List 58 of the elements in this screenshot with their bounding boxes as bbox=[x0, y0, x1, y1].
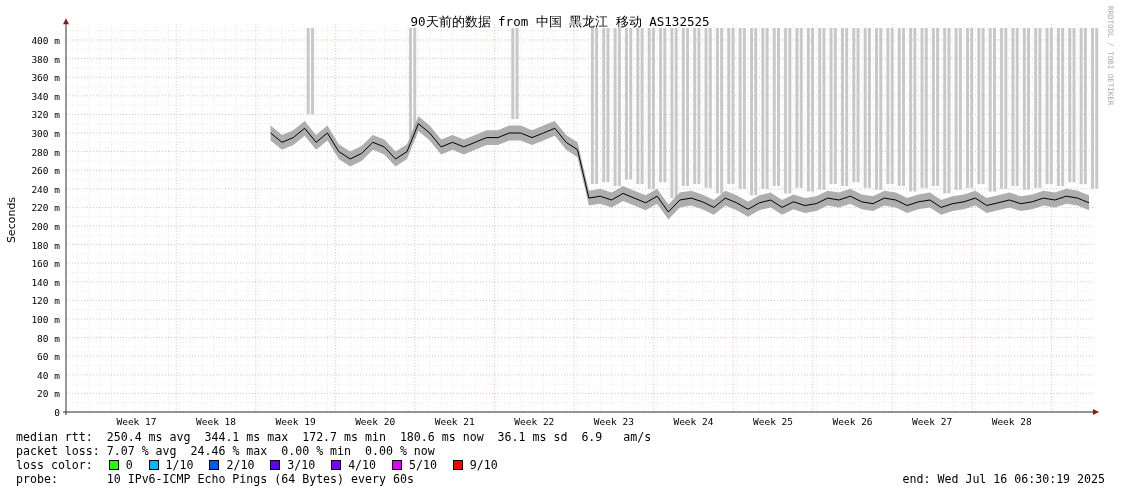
y-tick-label: 0 bbox=[54, 407, 60, 418]
rtt-stat: 6.9 am/s bbox=[581, 430, 652, 444]
rtt-stat: 250.4 ms avg bbox=[106, 430, 191, 444]
y-tick-label: 20 m bbox=[37, 388, 60, 400]
y-tick-label: 240 m bbox=[31, 183, 60, 195]
y-tick-label: 300 m bbox=[31, 128, 60, 139]
loss-color-label: 3/10 bbox=[287, 458, 316, 472]
y-tick-label: 280 m bbox=[31, 146, 60, 158]
y-tick-label: 80 m bbox=[37, 332, 60, 344]
loss-color-label: 1/10 bbox=[165, 458, 194, 472]
rtt-stat: 344.1 ms max bbox=[204, 430, 289, 444]
y-tick-label: 160 m bbox=[31, 258, 60, 270]
y-tick-label: 380 m bbox=[31, 53, 60, 65]
y-tick-label: 120 m bbox=[31, 295, 60, 307]
y-tick-label: 320 m bbox=[31, 109, 60, 121]
x-tick-label: Week 22 bbox=[514, 416, 555, 427]
y-tick-label: 60 m bbox=[37, 351, 60, 363]
y-tick-label: 260 m bbox=[31, 165, 60, 177]
loss-color-label: 5/10 bbox=[409, 458, 437, 472]
y-tick-label: 360 m bbox=[31, 72, 60, 84]
x-tick-label: Week 26 bbox=[832, 416, 873, 427]
loss-color-label: 4/10 bbox=[348, 458, 377, 472]
x-tick-label: Week 18 bbox=[196, 416, 237, 427]
x-tick-label: Week 21 bbox=[434, 416, 475, 427]
y-tick-label: 200 m bbox=[31, 221, 60, 232]
y-tick-label: 140 m bbox=[31, 276, 60, 288]
legend-label: median rtt: bbox=[16, 430, 94, 444]
legend-label: loss color: bbox=[16, 458, 94, 472]
y-tick-label: 40 m bbox=[37, 369, 60, 381]
rtt-stat: 172.7 ms min bbox=[302, 430, 386, 444]
x-tick-label: Week 24 bbox=[673, 416, 714, 427]
y-tick-label: 400 m bbox=[31, 35, 60, 46]
loss-stat: 24.46 % max bbox=[190, 444, 268, 458]
x-tick-label: Week 23 bbox=[593, 416, 634, 427]
loss-stat: 0.00 % min bbox=[281, 444, 352, 458]
legend-label: packet loss: bbox=[16, 444, 101, 458]
rtt-stat: 180.6 ms now bbox=[399, 430, 484, 444]
x-tick-label: Week 20 bbox=[355, 416, 396, 427]
probe-description: 10 IPv6-ICMP Echo Pings (64 Bytes) every 60s bbox=[106, 472, 414, 486]
legend-label: probe: bbox=[16, 472, 59, 486]
x-tick-label: Week 25 bbox=[753, 416, 794, 427]
loss-stat: 0.00 % now bbox=[365, 444, 435, 458]
y-tick-label: 340 m bbox=[31, 90, 60, 102]
y-axis-label: Seconds bbox=[5, 196, 18, 244]
x-tick-label: Week 17 bbox=[116, 416, 157, 427]
end-time: end: Wed Jul 16 06:30:19 2025 bbox=[902, 472, 1105, 486]
rtt-stat: 36.1 ms sd bbox=[497, 430, 568, 444]
y-tick-label: 220 m bbox=[31, 202, 60, 214]
x-tick-label: Week 28 bbox=[991, 416, 1032, 427]
y-tick-label: 180 m bbox=[31, 239, 60, 251]
graph-title: 90天前的数据 from 中国 黑龙江 移动 AS132525 bbox=[410, 14, 710, 29]
loss-color-label: 2/10 bbox=[226, 458, 255, 472]
loss-color-label: 0 bbox=[125, 458, 133, 472]
loss-stat: 7.07 % avg bbox=[106, 444, 177, 458]
y-tick-label: 100 m bbox=[31, 314, 60, 325]
loss-color-label: 9/10 bbox=[469, 458, 498, 472]
x-tick-label: Week 19 bbox=[275, 416, 316, 427]
x-tick-label: Week 27 bbox=[912, 416, 953, 427]
